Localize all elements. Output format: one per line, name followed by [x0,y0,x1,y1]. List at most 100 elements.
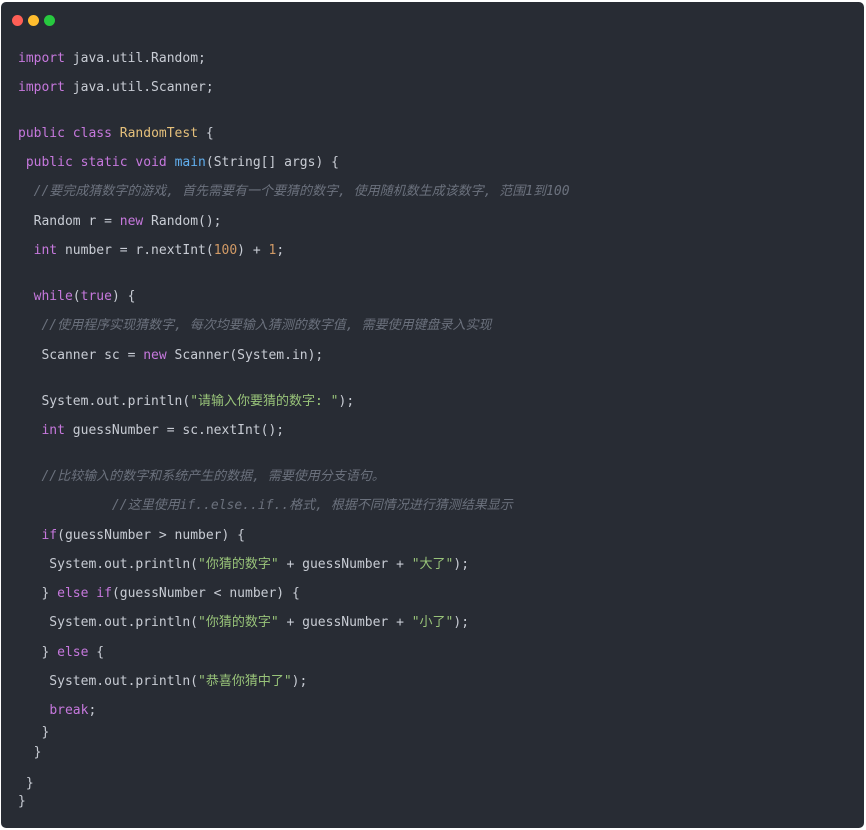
code-token-text: ) + [237,243,269,258]
code-token-string: "小了" [411,615,454,630]
code-token-text: System.out.println( [18,615,199,630]
code-token-text: } [18,586,58,601]
code-token-text: number = r.nextInt( [57,243,214,258]
code-line: //使用程序实现猜数字, 每次均要输入猜测的数字值, 需要使用键盘录入实现 [18,317,491,335]
code-line: System.out.println("你猜的数字" + guessNumber… [18,556,469,574]
code-token-text: guessNumber = sc.nextInt(); [64,423,285,438]
code-token-text: } [18,794,26,809]
code-line: } else if(guessNumber < number) { [18,585,300,603]
code-token-text: ); [338,394,355,409]
code-token-text: Random r = [18,214,120,229]
code-line: int number = r.nextInt(100) + 1; [18,242,284,260]
code-token-text: java.util.Scanner; [64,80,214,95]
code-line: if(guessNumber > number) { [18,527,245,545]
code-token-text: ; [88,703,97,718]
code-token-text: ); [453,557,470,572]
code-line: public class RandomTest { [18,125,214,143]
code-token-text: ( [72,289,81,304]
code-token-string: "恭喜你猜中了" [198,674,292,689]
code-line: Random r = new Random(); [18,213,222,231]
code-token-keyword: class [72,126,112,141]
code-token-keyword: else [57,645,89,660]
code-line: import java.util.Random; [18,50,206,68]
code-token-text: System.out.println( [18,394,191,409]
code-token-string: "请输入你要猜的数字: " [190,394,339,409]
code-line: } else { [18,644,104,662]
code-token-text: Scanner(System.in); [166,348,324,363]
code-token-comment: //使用程序实现猜数字, 每次均要输入猜测的数字值, 需要使用键盘录入实现 [18,318,492,333]
code-line: } [18,775,34,793]
code-token-text: System.out.println( [18,674,199,689]
code-token-string: "大了" [411,557,454,572]
code-token-keyword: break [49,703,89,718]
code-token-text: } [18,645,58,660]
code-line: import java.util.Scanner; [18,79,214,97]
code-token-keyword: static [80,155,128,170]
code-token-text: ) { [111,289,136,304]
code-token-keyword: while [33,289,73,304]
code-token-keyword: public [25,155,73,170]
code-token-number: 100 [213,243,238,258]
code-line: System.out.println("恭喜你猜中了"); [18,673,307,691]
code-token-keyword: true [80,289,112,304]
code-token-comment: //这里使用if..else..if..格式, 根据不同情况进行猜测结果显示 [18,498,513,513]
code-line: int guessNumber = sc.nextInt(); [18,422,284,440]
code-token-text: (guessNumber < number) { [111,586,300,601]
code-token-keyword: int [41,423,65,438]
code-token-text: Random(); [143,214,222,229]
code-line: } [18,724,49,742]
code-token-comment: //要完成猜数字的游戏, 首先需要有一个要猜的数字, 使用随机数生成该数字, 范… [18,184,570,199]
code-line: //比较输入的数字和系统产生的数据, 需要使用分支语句。 [18,468,385,486]
code-token-function: main [174,155,206,170]
code-line: System.out.println("你猜的数字" + guessNumber… [18,614,469,632]
code-line: while(true) { [18,288,136,306]
code-token-keyword: public [18,126,65,141]
code-token-string: "你猜的数字" [198,615,279,630]
code-line: } [18,793,26,811]
code-block[interactable]: import java.util.Random; import java.util… [1,2,864,828]
code-line: //要完成猜数字的游戏, 首先需要有一个要猜的数字, 使用随机数生成该数字, 范… [18,183,570,201]
code-line: break; [18,702,96,720]
code-line: public static void main(String[] args) { [18,154,339,172]
code-token-text: System.out.println( [18,557,199,572]
code-token-keyword: new [143,348,167,363]
code-line: System.out.println("请输入你要猜的数字: "); [18,393,354,411]
code-token-keyword: void [135,155,167,170]
code-token-comment: //比较输入的数字和系统产生的数据, 需要使用分支语句。 [18,469,385,484]
code-token-text: (String[] args) { [205,155,339,170]
code-token-text: } [18,776,34,791]
code-token-text: { [88,645,105,660]
code-token-text: (guessNumber > number) { [57,528,245,543]
code-token-text: + guessNumber + [278,615,412,630]
code-token-text: } [18,745,42,760]
code-token-text: ; [276,243,285,258]
code-window: import java.util.Random; import java.util… [1,2,864,828]
code-line: Scanner sc = new Scanner(System.in); [18,347,323,365]
code-token-text: Scanner sc = [18,348,144,363]
code-token-text: java.util.Random; [64,51,206,66]
code-token-text: ); [453,615,470,630]
code-token-text: { [198,126,214,141]
code-token-keyword: import [18,80,65,95]
code-token-string: "你猜的数字" [198,557,279,572]
code-line: } [18,744,42,762]
code-token-text: + guessNumber + [278,557,412,572]
code-token-text: } [18,725,50,740]
code-token-keyword: import [18,51,65,66]
code-token-class: RandomTest [119,126,199,141]
code-token-keyword: if [96,586,112,601]
code-line: //这里使用if..else..if..格式, 根据不同情况进行猜测结果显示 [18,497,513,515]
code-token-text: ); [291,674,308,689]
code-token-keyword: int [33,243,58,258]
code-token-keyword: new [119,214,144,229]
